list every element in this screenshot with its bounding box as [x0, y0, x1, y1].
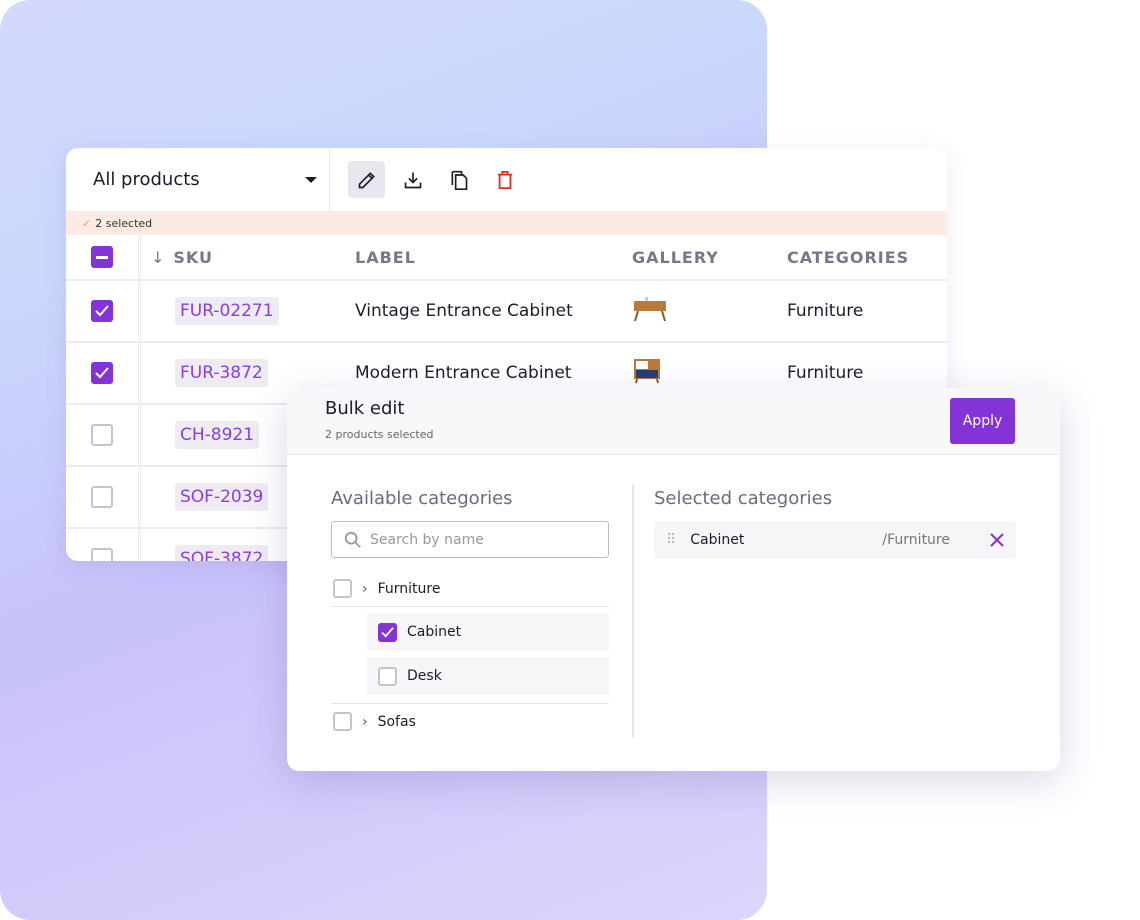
- gallery-cell: [632, 295, 787, 328]
- drag-handle-icon[interactable]: ⠿: [666, 532, 676, 548]
- view-selector[interactable]: All products: [66, 148, 330, 212]
- copy-icon: [451, 170, 467, 190]
- available-categories-title: Available categories: [331, 488, 513, 509]
- checkbox[interactable]: [378, 622, 397, 642]
- product-label: Vintage Entrance Cabinet: [355, 301, 573, 321]
- delete-button[interactable]: [486, 161, 523, 198]
- selected-category-chip[interactable]: ⠿ Cabinet /Furniture: [654, 521, 1016, 559]
- product-label: Modern Entrance Cabinet: [355, 363, 572, 383]
- sku-tag[interactable]: SOF-2039: [175, 483, 269, 511]
- row-checkbox[interactable]: [91, 548, 113, 561]
- trash-icon: [497, 170, 512, 189]
- table-row[interactable]: FUR-02271 Vintage Entrance Cabinet Furni…: [66, 281, 947, 343]
- tree-item-desk[interactable]: Desk: [367, 657, 609, 695]
- selection-bar: ✓ 2 selected: [66, 212, 947, 235]
- view-selector-label: All products: [93, 169, 200, 190]
- apply-button[interactable]: Apply: [950, 398, 1015, 444]
- tree-item-sofas[interactable]: › Sofas: [331, 703, 609, 739]
- category-cell: Furniture: [787, 363, 864, 383]
- selected-categories-title: Selected categories: [654, 488, 833, 509]
- cabinet-thumbnail: [634, 358, 660, 383]
- checkbox[interactable]: [378, 666, 397, 686]
- sort-down-icon: ↓: [151, 247, 166, 267]
- edit-button[interactable]: [348, 161, 385, 198]
- gallery-header[interactable]: GALLERY: [632, 248, 787, 267]
- table-header: ↓ SKU LABEL GALLERY CATEGORIES: [66, 235, 947, 281]
- row-checkbox[interactable]: [91, 362, 113, 384]
- gallery-cell: [632, 357, 787, 390]
- download-button[interactable]: [394, 161, 431, 198]
- chevron-right-icon[interactable]: ›: [362, 714, 368, 730]
- sku-tag[interactable]: FUR-3872: [175, 359, 268, 387]
- cabinet-thumbnail: [634, 296, 666, 321]
- categories-header[interactable]: CATEGORIES: [787, 248, 909, 267]
- checkbox[interactable]: [333, 579, 352, 598]
- category-cell: Furniture: [787, 301, 864, 321]
- dialog-title: Bulk edit: [325, 398, 405, 419]
- download-icon: [404, 172, 421, 188]
- check-icon: [95, 305, 109, 317]
- toolbar: All products: [66, 148, 947, 212]
- row-checkbox[interactable]: [91, 486, 113, 508]
- pencil-icon: [358, 171, 375, 188]
- dialog-subtitle: 2 products selected: [325, 428, 434, 441]
- tree-item-cabinet[interactable]: Cabinet: [367, 613, 609, 651]
- select-all-checkbox[interactable]: [91, 246, 113, 268]
- check-icon: ✓: [82, 217, 92, 230]
- category-search-input[interactable]: Search by name: [331, 521, 609, 558]
- row-checkbox[interactable]: [91, 424, 113, 446]
- bulk-edit-dialog: Bulk edit 2 products selected Apply Avai…: [287, 388, 1060, 771]
- search-icon: [344, 531, 361, 548]
- sku-header[interactable]: ↓ SKU: [141, 248, 355, 267]
- remove-icon[interactable]: [990, 533, 1004, 547]
- chevron-right-icon[interactable]: ›: [362, 581, 368, 597]
- label-header[interactable]: LABEL: [355, 248, 632, 267]
- tree-item-furniture[interactable]: › Furniture: [331, 571, 609, 607]
- check-icon: [381, 626, 394, 638]
- selected-count: 2 selected: [95, 217, 153, 230]
- copy-button[interactable]: [440, 161, 477, 198]
- check-icon: [95, 367, 109, 379]
- caret-down-icon: [305, 176, 317, 183]
- sku-tag[interactable]: CH-8921: [175, 421, 260, 449]
- sku-tag[interactable]: FUR-02271: [175, 297, 279, 325]
- row-checkbox[interactable]: [91, 300, 113, 322]
- checkbox[interactable]: [333, 712, 352, 731]
- category-tree: › Furniture Cabinet Desk › Sofas: [331, 571, 609, 739]
- sku-tag[interactable]: SOF-3872: [175, 545, 269, 561]
- divider: [632, 485, 634, 738]
